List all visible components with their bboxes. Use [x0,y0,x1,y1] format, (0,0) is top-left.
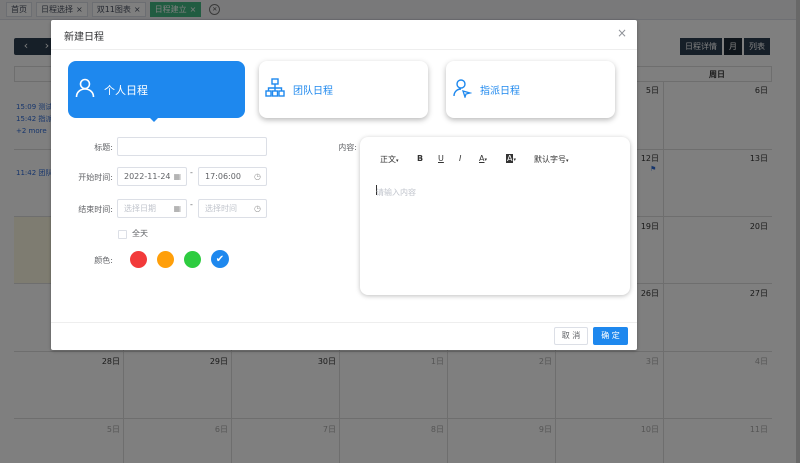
check-icon: ✔ [215,253,225,265]
user-icon [74,77,96,102]
start-time-input[interactable]: 17:06:00 ◷ [198,167,267,186]
color-blue-selected[interactable]: ✔ [211,250,229,268]
caret-down-icon: ▾ [513,157,516,163]
type-card-label: 个人日程 [104,83,148,97]
color-label: 颜色: [94,256,113,265]
calendar-icon: ▦ [173,172,181,181]
font-size-dropdown[interactable]: 默认字号▾ [534,154,569,165]
clock-icon: ◷ [254,204,261,213]
underline-button[interactable]: U [438,154,444,163]
font-size-label: 默认字号 [534,155,566,164]
title-input[interactable] [117,137,267,156]
color-green[interactable] [184,251,201,268]
type-card-assign[interactable]: 指派日程 [446,61,615,118]
color-orange[interactable] [157,251,174,268]
active-pointer [149,117,159,122]
caret-down-icon: ▾ [396,158,399,164]
type-card-label: 指派日程 [480,86,520,97]
rich-text-editor[interactable]: 正文▾ B U I A▾ A▾ 默认字号▾ 请输入内容 [360,137,630,295]
paragraph-dropdown[interactable]: 正文▾ [380,154,399,165]
start-date-value: 2022-11-24 [124,172,171,181]
allday-label[interactable]: 全天 [132,228,148,239]
type-card-team[interactable]: 团队日程 [259,61,428,118]
clock-icon: ◷ [254,172,261,181]
end-date-placeholder: 选择日期 [124,204,156,213]
dialog-title: 新建日程 [64,32,104,43]
type-card-personal[interactable]: 个人日程 [68,61,245,118]
end-time-placeholder: 选择时间 [205,204,237,213]
start-time-value: 17:06:00 [205,172,241,181]
bg-color-button[interactable]: A▾ [506,154,516,163]
caret-down-icon: ▾ [566,158,569,164]
bold-button[interactable]: B [417,154,423,163]
content-label: 内容: [338,143,357,152]
font-color-button[interactable]: A▾ [479,154,487,163]
end-time-label: 结束时间: [78,205,113,214]
assign-user-icon [452,78,473,101]
start-date-input[interactable]: 2022-11-24 ▦ [117,167,187,186]
org-chart-icon [265,78,285,101]
type-card-label: 团队日程 [293,86,333,97]
divider [51,49,637,50]
calendar-icon: ▦ [173,204,181,213]
range-separator: - [190,200,193,209]
editor-placeholder[interactable]: 请输入内容 [376,187,416,198]
start-time-label: 开始时间: [78,173,113,182]
paragraph-label: 正文 [380,155,396,164]
confirm-button[interactable]: 确 定 [593,327,628,345]
caret-down-icon: ▾ [484,157,487,163]
allday-checkbox[interactable] [118,230,127,239]
divider [51,322,637,323]
title-label: 标题: [94,143,113,152]
end-date-input[interactable]: 选择日期 ▦ [117,199,187,218]
range-separator: - [190,168,193,177]
close-icon[interactable]: × [617,26,627,40]
color-red[interactable] [130,251,147,268]
cancel-button[interactable]: 取 消 [554,327,588,345]
italic-button[interactable]: I [459,154,461,163]
new-schedule-dialog: 新建日程 × 个人日程 团队日程 指派日程 标题: 开始时间: 2022-11-… [51,20,637,350]
end-time-input[interactable]: 选择时间 ◷ [198,199,267,218]
